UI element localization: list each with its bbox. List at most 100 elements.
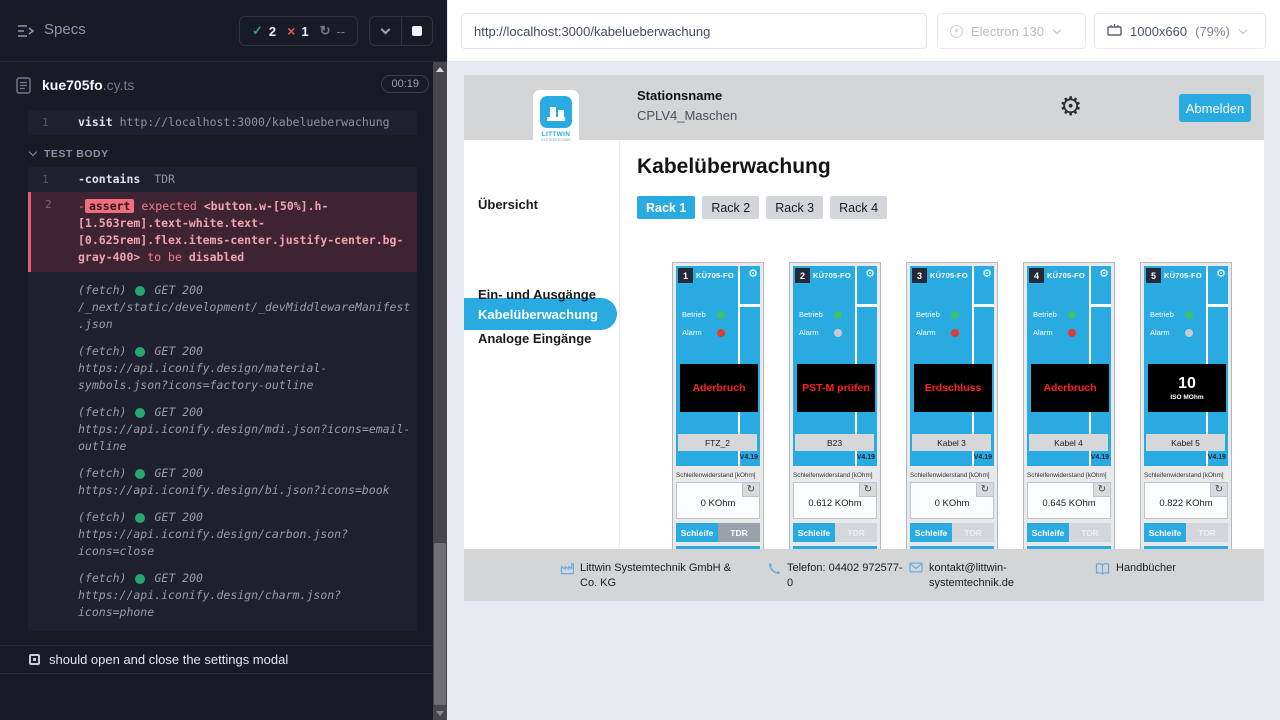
sidebar-item-ein-und-ausgaenge[interactable]: Ein- und Ausgänge [478, 287, 596, 302]
station-label: Stationsname [637, 88, 722, 103]
fetch-url: https://api.iconify.design/carbon.json?i… [78, 526, 413, 560]
tab-rack-3[interactable]: Rack 3 [766, 196, 823, 219]
device-number-badge: 3 [912, 268, 927, 283]
cable-label: Kabel 5 [1146, 434, 1225, 451]
fetch-entry[interactable]: (fetch)GET 200 https://api.iconify.desig… [28, 562, 417, 623]
firmware-version: V4.19 [1208, 454, 1226, 461]
status-ok-dot [135, 286, 145, 296]
test-stats: ✓ 2 × 1 ↻ -- [239, 16, 358, 46]
url-input[interactable] [461, 13, 927, 49]
refresh-icon[interactable]: ↻ [859, 483, 876, 497]
device-gear-icon[interactable]: ⚙ [1099, 268, 1109, 281]
betrieb-led [1185, 311, 1193, 319]
status-ok-dot [135, 408, 145, 418]
alarm-led-row: Alarm [1150, 328, 1193, 337]
screen: Specs ✓ 2 × 1 ↻ -- [0, 0, 1280, 720]
tab-rack-4[interactable]: Rack 4 [830, 196, 887, 219]
device-model: KÜ705-FO [696, 271, 734, 280]
tdr-button[interactable]: TDR [718, 523, 760, 542]
next-test-row[interactable]: should open and close the settings modal [0, 645, 433, 674]
device-panel: 2 KÜ705-FO ⚙ Betrieb Alarm PST-M prüfen … [793, 266, 877, 466]
refresh-icon[interactable]: ↻ [742, 483, 759, 497]
command-visit[interactable]: 1 visit http://localhost:3000/kabelueber… [28, 110, 417, 135]
betrieb-led-row: Betrieb [1150, 310, 1193, 319]
scroll-up-arrow[interactable] [436, 67, 444, 72]
fetch-entry[interactable]: (fetch)GET 200 https://api.iconify.desig… [28, 335, 417, 396]
schleife-button[interactable]: Schleife [910, 523, 952, 542]
refresh-icon[interactable]: ↻ [976, 483, 993, 497]
spec-duration-badge: 00:19 [381, 75, 429, 93]
sidebar-item-uebersicht[interactable]: Übersicht [478, 197, 538, 212]
spec-row[interactable]: kue705fo.cy.ts 00:19 [0, 62, 447, 110]
device-gear-icon[interactable]: ⚙ [865, 268, 875, 281]
command-assert-failed[interactable]: 2-assert expected <button.w-[50%].h-[1.5… [28, 192, 417, 272]
schleife-button[interactable]: Schleife [793, 523, 835, 542]
device-gear-icon[interactable]: ⚙ [982, 268, 992, 281]
book-icon [1095, 562, 1110, 580]
betrieb-led [951, 311, 959, 319]
tdr-button[interactable]: TDR [952, 523, 994, 542]
device-number-badge: 2 [795, 268, 810, 283]
app-header: Stationsname CPLV4_Maschen ⚙ Abmelden [464, 75, 1264, 140]
phone-icon [768, 562, 781, 591]
fetch-url: /_next/static/development/_devMiddleware… [78, 299, 413, 333]
scrollbar-thumb[interactable] [434, 543, 446, 705]
display-box: Aderbruch [1031, 364, 1109, 412]
device-gear-icon[interactable]: ⚙ [1216, 268, 1226, 281]
fetch-log-block: (fetch)GET 200 /_next/static/development… [28, 272, 417, 631]
reporter-scrollbar[interactable] [433, 62, 447, 720]
specs-title: Specs [44, 21, 86, 38]
fetch-url: https://api.iconify.design/mdi.json?icon… [78, 421, 413, 455]
spec-file-icon [16, 77, 31, 99]
test-body-section[interactable]: TEST BODY [28, 135, 417, 167]
viewport-icon [1107, 23, 1122, 39]
cable-label: B23 [795, 434, 874, 451]
status-ok-dot [135, 574, 145, 584]
device-gear-icon[interactable]: ⚙ [748, 268, 758, 281]
schleife-button[interactable]: Schleife [676, 523, 718, 542]
stop-button[interactable] [401, 17, 433, 45]
device-panel: 3 KÜ705-FO ⚙ Betrieb Alarm Erdschluss Ka… [910, 266, 994, 466]
alarm-led-row: Alarm [1033, 328, 1076, 337]
command-contains[interactable]: 1 -contains TDR [28, 167, 417, 192]
tdr-button[interactable]: TDR [835, 523, 877, 542]
logout-button[interactable]: Abmelden [1179, 94, 1251, 122]
assert-chip: assert [85, 199, 135, 213]
footer-manuals-link[interactable]: Handbücher [1095, 561, 1176, 580]
schleife-button[interactable]: Schleife [1144, 523, 1186, 542]
browser-selector[interactable]: Electron 130 [937, 13, 1086, 49]
resistance-section: Schleifenwiderstand [kOhm] ↻ 0.645 KOhm [1027, 472, 1111, 519]
footer-phone: Telefon: 04402 972577-0 [768, 561, 905, 591]
refresh-icon[interactable]: ↻ [1210, 483, 1227, 497]
fetch-entry[interactable]: (fetch)GET 200 https://api.iconify.desig… [28, 396, 417, 457]
tab-rack-1[interactable]: Rack 1 [637, 196, 695, 219]
collapse-button[interactable] [370, 17, 401, 45]
fetch-entry[interactable]: (fetch)GET 200 https://api.iconify.desig… [28, 457, 417, 501]
schleife-button[interactable]: Schleife [1027, 523, 1069, 542]
email-icon [909, 562, 923, 591]
fetch-status: GET 200 [154, 404, 202, 421]
device-card-3: 3 KÜ705-FO ⚙ Betrieb Alarm Erdschluss Ka… [906, 262, 998, 549]
tdr-button[interactable]: TDR [1186, 523, 1228, 542]
device-number-badge: 5 [1146, 268, 1161, 283]
card-buttons: Schleife TDR [676, 523, 760, 542]
tdr-button[interactable]: TDR [1069, 523, 1111, 542]
sidebar-item-kabelueberwachung-active[interactable]: Kabelüberwachung [464, 298, 617, 330]
rack-tabs: Rack 1 Rack 2 Rack 3 Rack 4 [637, 196, 887, 219]
betrieb-led-row: Betrieb [682, 310, 725, 319]
firmware-version: V4.19 [857, 454, 875, 461]
scroll-down-arrow[interactable] [436, 711, 444, 716]
tab-rack-2[interactable]: Rack 2 [702, 196, 759, 219]
sidebar-item-analoge-eingaenge[interactable]: Analoge Eingänge [478, 331, 591, 346]
device-panel: 1 KÜ705-FO ⚙ Betrieb Alarm Aderbruch FTZ… [676, 266, 760, 466]
device-panel: 5 KÜ705-FO ⚙ Betrieb Alarm 10 ISO MOhm K… [1144, 266, 1228, 466]
specs-menu-icon[interactable] [16, 23, 36, 44]
app-sidebar: Übersicht Kabelüberwachung Ein- und Ausg… [464, 140, 620, 601]
viewport-selector[interactable]: 1000x660 (79%) [1094, 13, 1266, 49]
fetch-entry[interactable]: (fetch)GET 200 https://api.iconify.desig… [28, 501, 417, 562]
alarm-led [951, 329, 959, 337]
settings-gear-icon[interactable]: ⚙ [1059, 90, 1082, 122]
refresh-icon[interactable]: ↻ [1093, 483, 1110, 497]
panel-divider [857, 304, 877, 307]
fetch-entry[interactable]: (fetch)GET 200 /_next/static/development… [28, 274, 417, 335]
